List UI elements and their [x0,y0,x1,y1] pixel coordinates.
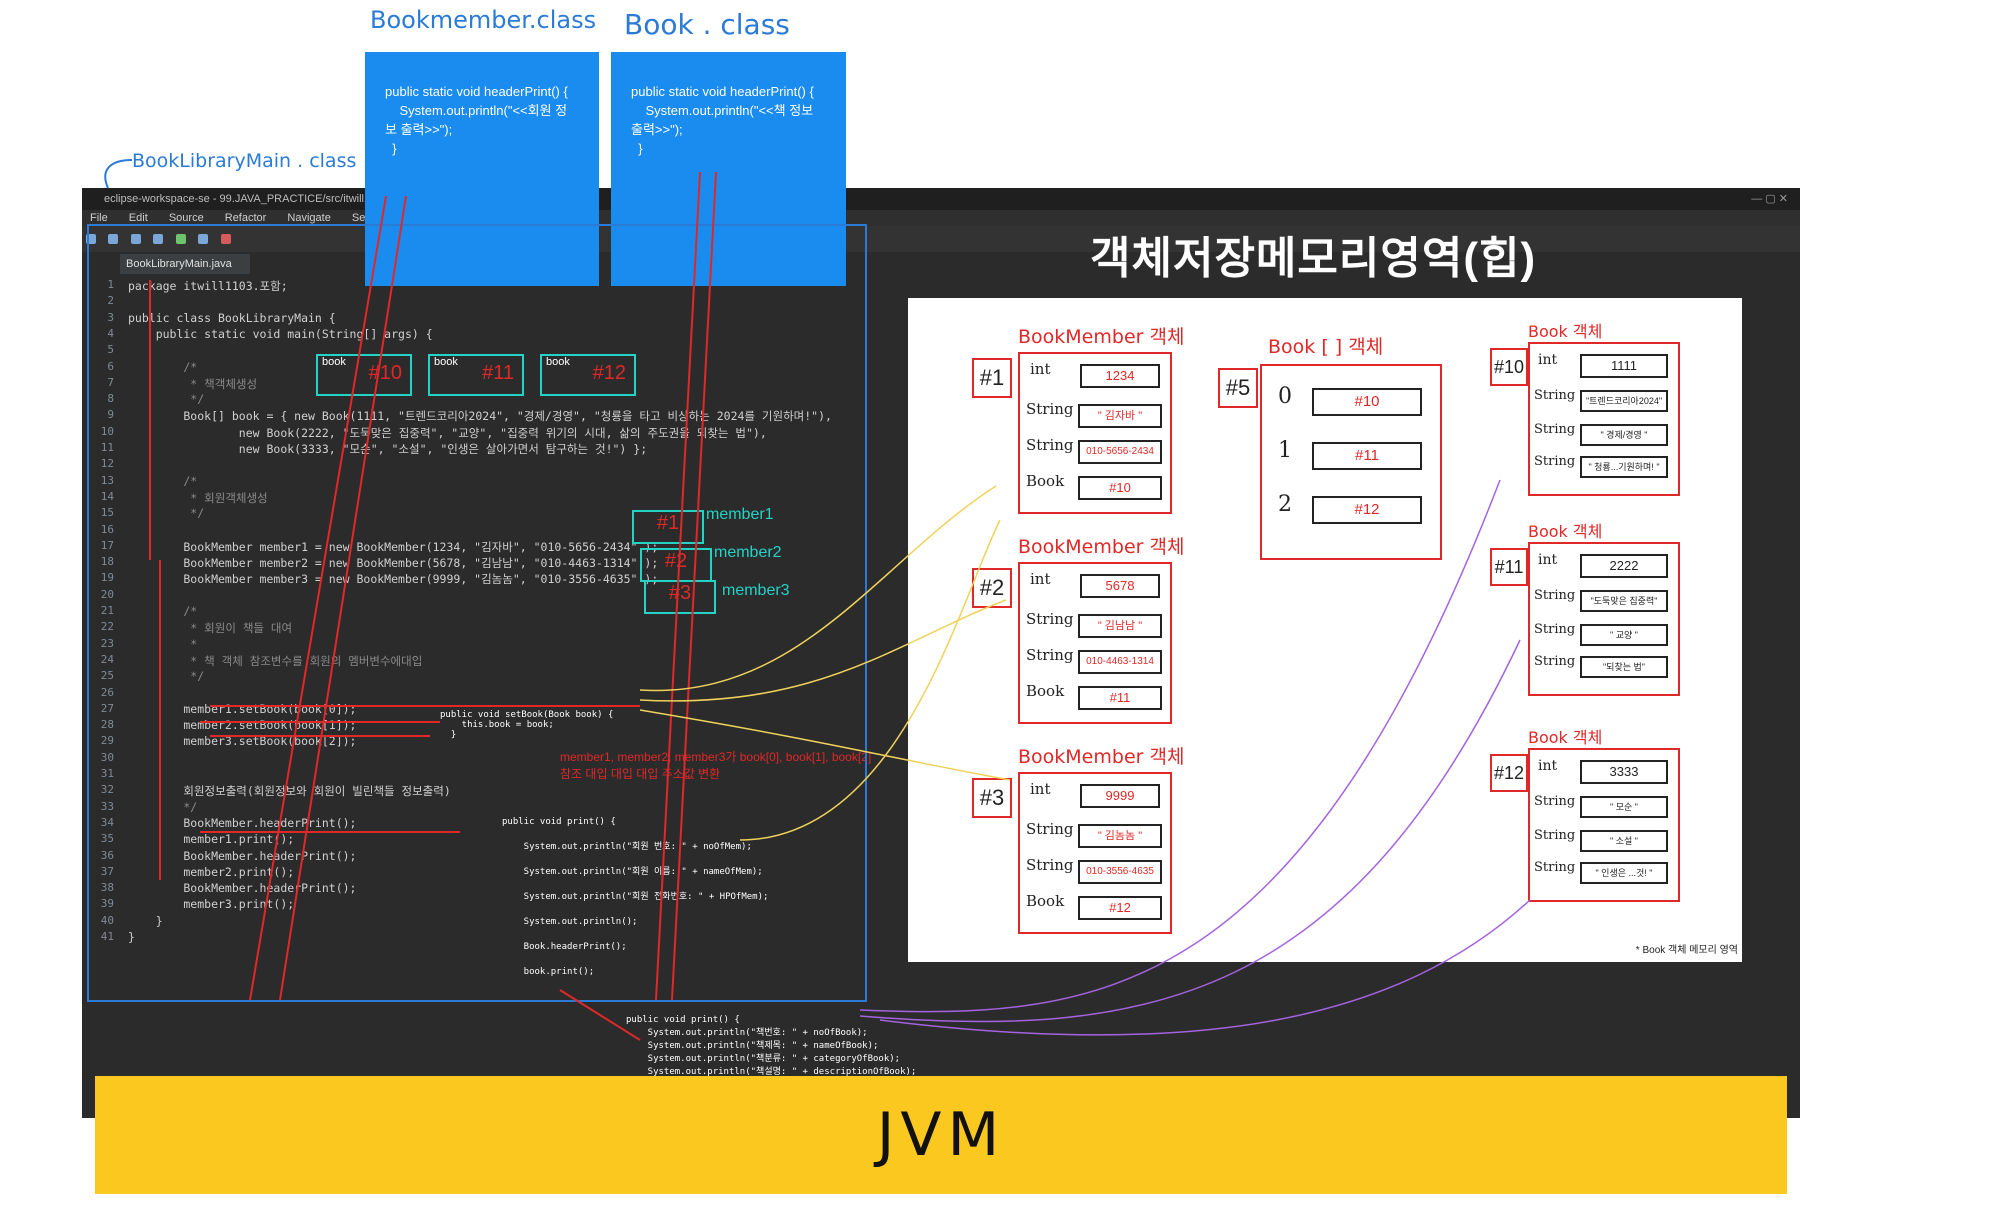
annotation-strokes [87,159,1531,1041]
jvm-label: JVM [876,1100,1006,1170]
jvm-bar: JVM [95,1076,1787,1194]
